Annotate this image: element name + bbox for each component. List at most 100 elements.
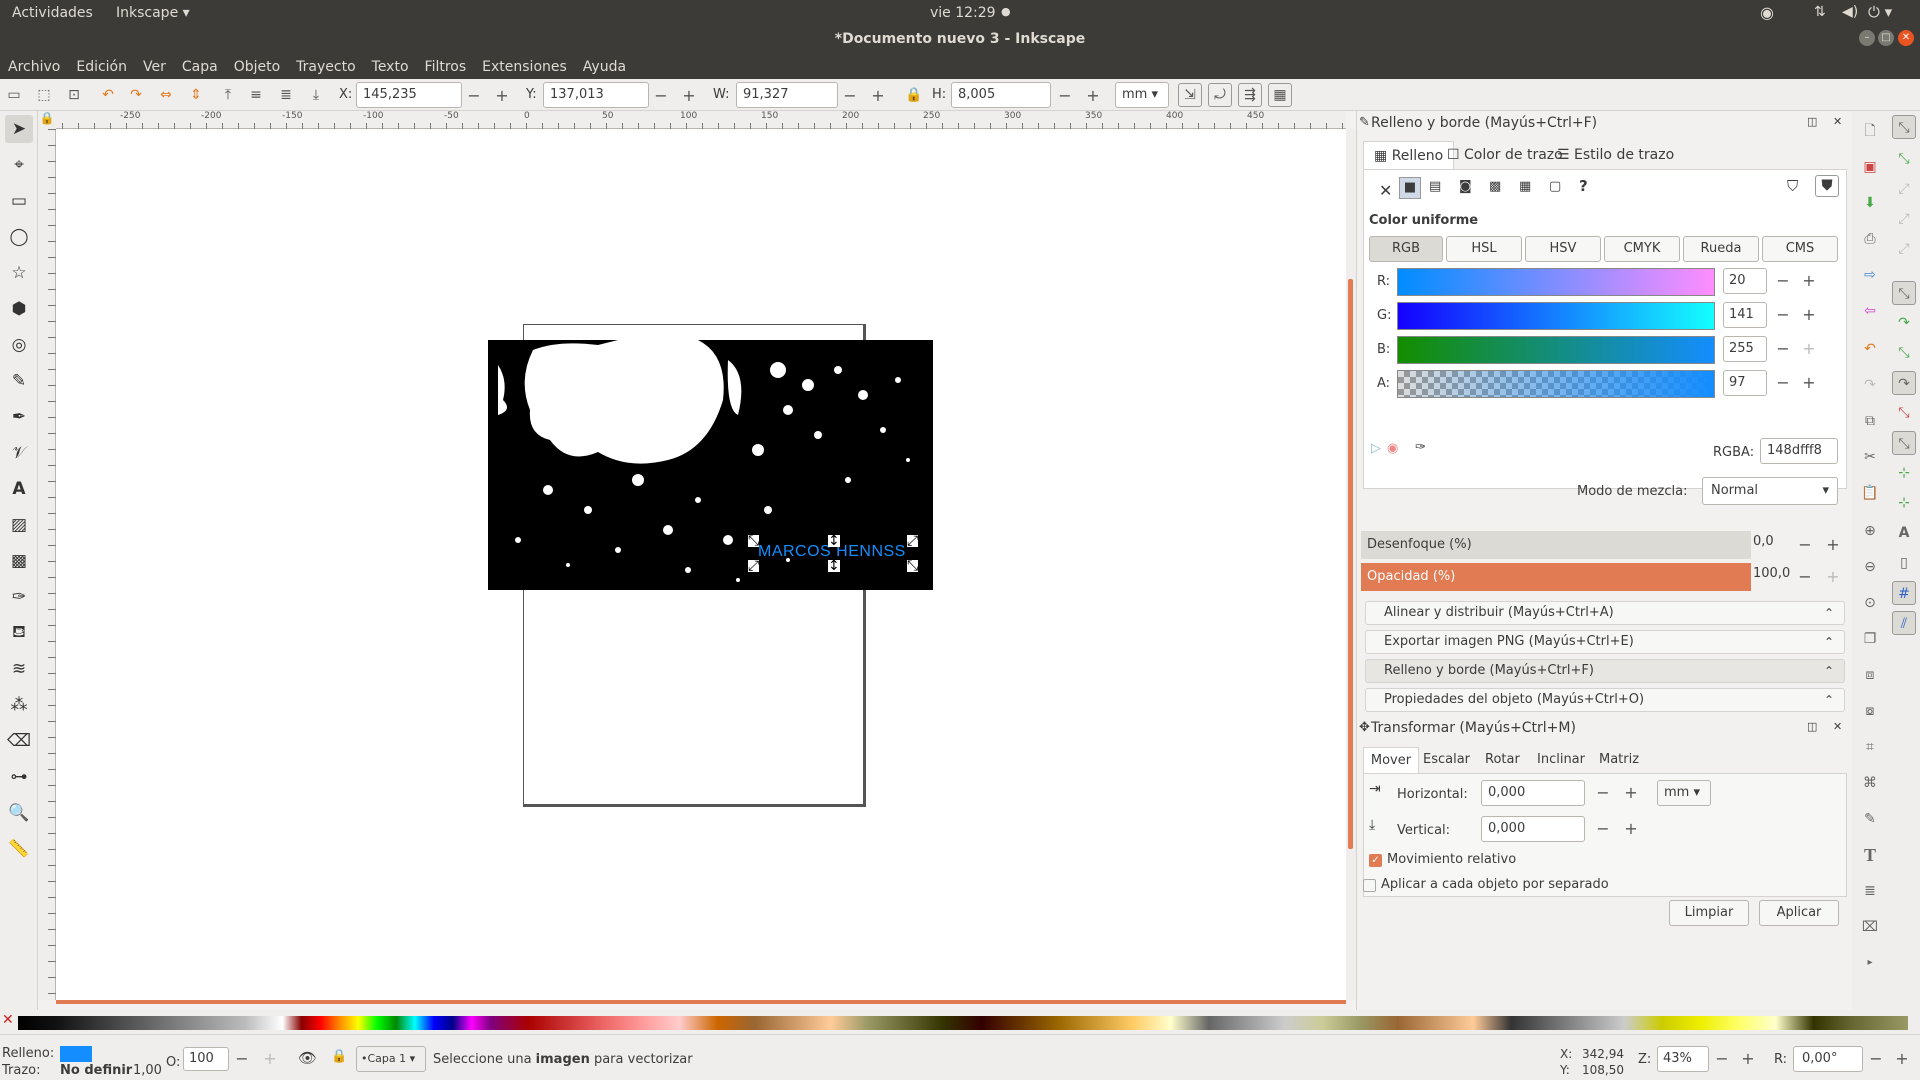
snap-text-baseline-icon[interactable]: A (1892, 521, 1916, 545)
open-icon[interactable]: ▣ (1858, 155, 1882, 179)
snap-bbox-edge-icon[interactable]: ⤢ (1892, 177, 1916, 201)
w-increment[interactable]: + (864, 82, 892, 108)
vertical-field[interactable]: 0,000 (1481, 816, 1585, 842)
ungroup-icon[interactable]: ⌘ (1858, 771, 1882, 795)
y-field[interactable]: 137,013 (543, 82, 649, 108)
raise-icon[interactable]: ≡ (244, 83, 268, 107)
opacity-o-decrement[interactable]: − (230, 1046, 254, 1072)
pencil-tool-icon[interactable]: ✎ (5, 367, 33, 395)
horizontal-field[interactable]: 0,000 (1481, 780, 1585, 806)
b-decrement[interactable]: − (1771, 336, 1795, 362)
copy-icon[interactable]: ⧉ (1858, 409, 1882, 433)
menu-edicion[interactable]: Edición (68, 55, 135, 79)
a-slider[interactable] (1397, 370, 1715, 398)
export-icon[interactable]: ⇦ (1858, 299, 1882, 323)
tab-mover[interactable]: Mover (1363, 747, 1419, 773)
pen-tool-icon[interactable]: ✒ (5, 403, 33, 431)
fill-swatch[interactable] (60, 1046, 92, 1062)
lower-icon[interactable]: ≣ (274, 83, 298, 107)
volume-icon[interactable]: ◀) (1842, 4, 1858, 20)
print-icon[interactable]: ⎙ (1858, 227, 1882, 251)
r-increment[interactable]: + (1797, 268, 1821, 294)
h-decrement[interactable]: − (1051, 82, 1079, 108)
scale-corners-icon[interactable]: ⤾ (1208, 83, 1232, 107)
cut-icon[interactable]: ✂ (1858, 445, 1882, 469)
b-increment[interactable]: + (1797, 336, 1821, 362)
zoom-field[interactable]: 43% (1657, 1046, 1709, 1072)
tab-inclinar[interactable]: Inclinar (1537, 747, 1585, 773)
resize-handle-icon[interactable]: ↕ (828, 559, 840, 573)
apply-button[interactable]: Aplicar (1759, 900, 1839, 926)
snap-centers-icon[interactable]: ⊹ (1892, 461, 1916, 485)
fill-stroke-dialog-icon[interactable]: ✎ (1858, 807, 1882, 831)
stroke-value[interactable]: No definir (60, 1063, 132, 1078)
app-menu[interactable]: Inkscape ▾ (116, 5, 190, 21)
resize-handle-icon[interactable]: ↕ (828, 534, 840, 548)
snap-bbox-corner-icon[interactable]: ⤢ (1892, 207, 1916, 231)
tweak-tool-icon[interactable]: ≋ (5, 655, 33, 683)
mode-cmyk[interactable]: CMYK (1604, 236, 1680, 262)
g-decrement[interactable]: − (1771, 302, 1795, 328)
lower-to-bottom-icon[interactable]: ⤓ (304, 83, 328, 107)
y-increment[interactable]: + (675, 82, 703, 108)
layer-visibility-icon[interactable]: 👁 (298, 1049, 317, 1067)
close-button[interactable]: ✕ (1898, 30, 1914, 46)
g-value[interactable]: 141 (1723, 302, 1767, 328)
mode-rueda[interactable]: Rueda (1683, 236, 1759, 262)
ubuntu-one-icon[interactable]: ◉ (1760, 3, 1774, 22)
zoom-decrement[interactable]: − (1710, 1046, 1734, 1072)
scale-stroke-icon[interactable]: ⇲ (1178, 83, 1202, 107)
dock-fill-stroke[interactable]: Relleno y borde (Mayús+Ctrl+F) ⌃ (1365, 659, 1845, 683)
unlink-clone-icon[interactable]: ⧇ (1858, 699, 1882, 723)
iconify-button[interactable]: ◫ (1807, 115, 1817, 128)
move-gradients-icon[interactable]: ⇶ (1238, 83, 1262, 107)
iconify-button[interactable]: ◫ (1807, 720, 1817, 733)
menu-filtros[interactable]: Filtros (417, 55, 475, 79)
more-icon[interactable]: ▸ (1858, 951, 1882, 975)
no-color-icon[interactable]: ✕ (2, 1012, 14, 1028)
b-slider[interactable] (1397, 336, 1715, 364)
deselect-icon[interactable]: ⊡ (62, 83, 86, 107)
spiral-tool-icon[interactable]: ◎ (5, 331, 33, 359)
horizontal-scrollbar[interactable] (56, 1000, 1346, 1004)
undo-icon[interactable]: ↶ (1858, 337, 1882, 361)
ellipse-tool-icon[interactable]: ◯ (5, 223, 33, 251)
blend-select[interactable]: Normal ▾ (1702, 477, 1838, 505)
rotation-increment[interactable]: + (1890, 1046, 1914, 1072)
connector-tool-icon[interactable]: ⊶ (5, 763, 33, 791)
opacity-value[interactable]: 100,0 (1753, 566, 1793, 581)
clock[interactable]: vie 12:29 (930, 5, 996, 21)
x-field[interactable]: 145,235 (356, 82, 462, 108)
vertical-increment[interactable]: + (1619, 816, 1643, 842)
minimize-button[interactable]: – (1859, 30, 1875, 46)
rotate-ccw-icon[interactable]: ↶ (96, 83, 120, 107)
snap-midpoints-icon[interactable]: ⤡ (1892, 431, 1916, 455)
transform-unit-select[interactable]: mm ▾ (1657, 780, 1711, 806)
power-icon[interactable]: ⏻ ▾ (1868, 3, 1892, 21)
redo-icon[interactable]: ↷ (1858, 373, 1882, 397)
g-slider[interactable] (1397, 302, 1715, 330)
calligraphy-tool-icon[interactable]: 𝒱 (5, 439, 33, 467)
blur-value[interactable]: 0,0 (1753, 534, 1793, 549)
tab-estilo-trazo[interactable]: ☰ Estilo de trazo (1547, 141, 1684, 169)
blur-slider[interactable]: Desenfoque (%) (1361, 531, 1751, 559)
menu-ayuda[interactable]: Ayuda (575, 55, 634, 79)
rotate-cw-icon[interactable]: ↷ (124, 83, 148, 107)
mesh-tool-icon[interactable]: ▩ (5, 547, 33, 575)
snap-bbox-icon[interactable]: ⤡ (1892, 147, 1916, 171)
measure-tool-icon[interactable]: 📏 (5, 835, 33, 863)
select-all-layers-icon[interactable]: ⬚ (32, 83, 56, 107)
tab-escalar[interactable]: Escalar (1423, 747, 1470, 773)
h-increment[interactable]: + (1079, 82, 1107, 108)
snap-guides-icon[interactable]: ⫽ (1892, 611, 1916, 635)
spray-tool-icon[interactable]: ⁂ (5, 691, 33, 719)
r-slider[interactable] (1397, 268, 1715, 296)
selector-tool-icon[interactable]: ➤ (5, 115, 33, 143)
dropper-tool-icon[interactable]: ✑ (5, 583, 33, 611)
menu-ver[interactable]: Ver (135, 55, 174, 79)
horizontal-increment[interactable]: + (1619, 780, 1643, 806)
dock-align-distribute[interactable]: Alinear y distribuir (Mayús+Ctrl+A) ⌃ (1365, 601, 1845, 625)
horizontal-decrement[interactable]: − (1591, 780, 1615, 806)
x-increment[interactable]: + (488, 82, 516, 108)
3dbox-tool-icon[interactable]: ⬢ (5, 295, 33, 323)
